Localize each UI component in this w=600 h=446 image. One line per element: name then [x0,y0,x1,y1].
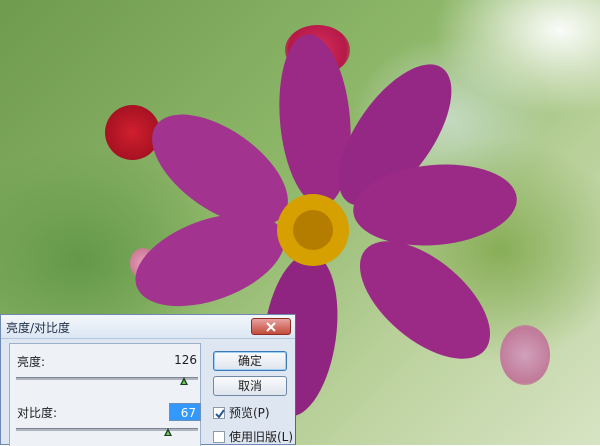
use-legacy-label: 使用旧版(L) [229,430,294,444]
adjustment-panel: 亮度: 126 对比度: 67 [9,343,201,446]
close-icon [266,321,276,332]
dialog-title: 亮度/对比度 [6,321,71,335]
close-button[interactable] [251,318,291,335]
brightness-label: 亮度: [17,355,46,369]
contrast-slider-thumb[interactable] [164,428,172,436]
brightness-input[interactable]: 126 [169,351,201,369]
brightness-slider-thumb[interactable] [180,377,188,385]
preview-option[interactable]: 预览(P) [213,404,270,421]
brightness-slider-track[interactable] [16,377,198,380]
cancel-button[interactable]: 取消 [213,376,287,396]
dialog-titlebar[interactable]: 亮度/对比度 [1,315,295,339]
checkmark-icon [215,408,225,419]
use-legacy-checkbox[interactable] [213,430,225,443]
flower-center-core [293,210,333,250]
use-legacy-option[interactable]: 使用旧版(L) [213,428,293,445]
contrast-label: 对比度: [17,406,58,420]
brightness-contrast-dialog: 亮度/对比度 亮度: 126 对比度: 67 确定 取消 预览(P) 使用旧版(… [0,314,296,446]
preview-label: 预览(P) [229,406,270,420]
contrast-input[interactable]: 67 [169,403,201,421]
preview-checkbox[interactable] [213,406,225,419]
ok-button[interactable]: 确定 [213,351,287,371]
